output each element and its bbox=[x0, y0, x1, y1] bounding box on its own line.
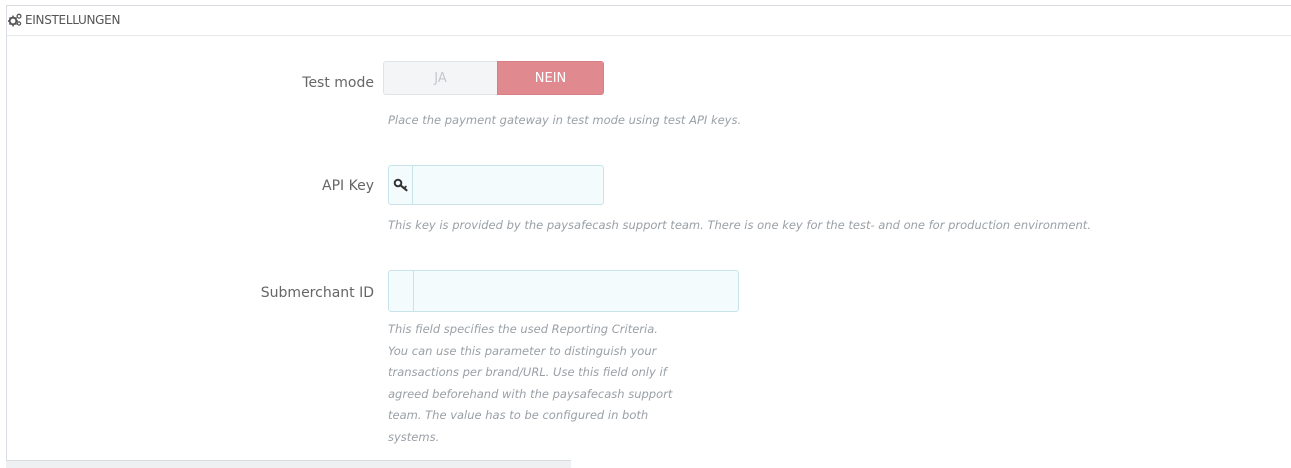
submerchant-help-line: This field specifies the used Reporting … bbox=[388, 322, 658, 336]
api-key-input[interactable] bbox=[413, 166, 603, 204]
submerchant-help-line: transactions per brand/URL. Use this fie… bbox=[388, 365, 667, 379]
api-key-addon bbox=[389, 166, 413, 204]
submerchant-help-line: agreed beforehand with the paysafecash s… bbox=[388, 386, 673, 401]
submerchant-id-help: This field specifies the used Reporting … bbox=[388, 319, 768, 448]
submerchant-help-line: You can use this parameter to distinguis… bbox=[388, 343, 657, 358]
submerchant-id-input-group bbox=[388, 270, 739, 312]
panel-title: EINSTELLUNGEN bbox=[25, 13, 121, 27]
key-icon bbox=[393, 178, 408, 192]
test-mode-switch: JA NEIN bbox=[383, 61, 604, 95]
cogs-icon bbox=[8, 13, 22, 27]
test-mode-help: Place the payment gateway in test mode u… bbox=[388, 113, 742, 127]
api-key-input-group bbox=[388, 165, 604, 205]
api-key-label: API Key bbox=[322, 178, 374, 194]
submerchant-help-line: team. The value has to be configured in … bbox=[388, 408, 649, 422]
submerchant-help-line: systems. bbox=[388, 429, 440, 444]
submerchant-id-addon bbox=[389, 271, 414, 311]
test-mode-label: Test mode bbox=[302, 75, 374, 91]
submerchant-id-label: Submerchant ID bbox=[260, 285, 374, 301]
panel-header: EINSTELLUNGEN bbox=[7, 6, 1291, 36]
api-key-help: This key is provided by the paysafecash … bbox=[388, 218, 1091, 232]
test-mode-no-option[interactable]: NEIN bbox=[497, 61, 604, 95]
submerchant-id-input[interactable] bbox=[414, 271, 738, 311]
test-mode-yes-option[interactable]: JA bbox=[383, 61, 497, 95]
